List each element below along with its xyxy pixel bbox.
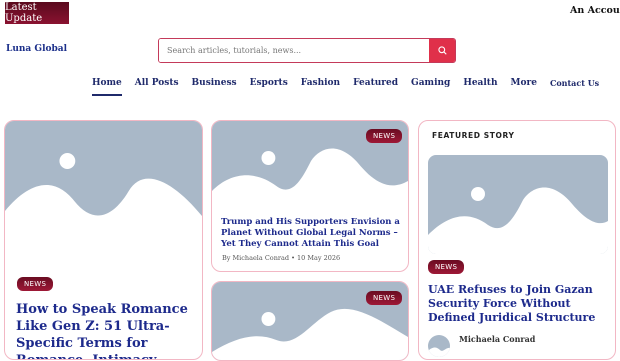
- featured-story-panel: FEATURED STORY NEWS UAE Refuses to Join …: [418, 120, 616, 360]
- article-card-middle-top[interactable]: NEWS Trump and His Supporters Envision a…: [211, 120, 409, 272]
- article-author[interactable]: By Michaela Conrad: [222, 254, 289, 262]
- news-badge[interactable]: NEWS: [428, 260, 465, 274]
- article-image-placeholder: [5, 121, 202, 269]
- article-title[interactable]: Trump and His Supporters Envision a Plan…: [221, 217, 406, 250]
- article-title[interactable]: How to Speak Romance Like Gen Z: 51 Ultr…: [16, 301, 201, 359]
- avatar-placeholder-icon: [428, 347, 450, 357]
- article-card-left[interactable]: NEWS How to Speak Romance Like Gen Z: 51…: [4, 120, 203, 360]
- nav-gaming[interactable]: Gaming: [411, 78, 450, 96]
- article-meta: By Michaela Conrad • 10 May 2026: [222, 254, 340, 262]
- featured-article-title[interactable]: UAE Refuses to Join Gazan Security Force…: [428, 283, 613, 325]
- nav-contact-us[interactable]: Contact Us: [550, 78, 599, 96]
- nav-esports[interactable]: Esports: [250, 78, 288, 96]
- nav-featured[interactable]: Featured: [353, 78, 398, 96]
- nav-all-posts[interactable]: All Posts: [135, 78, 179, 96]
- nav-fashion[interactable]: Fashion: [301, 78, 340, 96]
- ticker-headline[interactable]: An Account: [570, 5, 620, 16]
- image-placeholder-icon: [5, 153, 202, 269]
- search-bar: [158, 38, 456, 63]
- featured-image-placeholder[interactable]: [428, 155, 608, 254]
- author-avatar: [428, 335, 450, 357]
- site-logo[interactable]: Luna Global: [6, 44, 67, 54]
- nav-business[interactable]: Business: [192, 78, 237, 96]
- news-badge[interactable]: NEWS: [17, 277, 54, 291]
- image-placeholder-icon: [428, 187, 608, 254]
- search-input[interactable]: [159, 39, 429, 62]
- search-button[interactable]: [429, 39, 455, 62]
- news-badge[interactable]: NEWS: [366, 291, 403, 305]
- search-icon: [437, 46, 447, 55]
- news-badge[interactable]: NEWS: [366, 129, 403, 143]
- nav-health[interactable]: Health: [463, 78, 497, 96]
- main-nav: Home All Posts Business Esports Fashion …: [92, 78, 612, 96]
- featured-story-heading: FEATURED STORY: [432, 131, 515, 140]
- article-card-middle-bottom[interactable]: NEWS: [211, 281, 409, 361]
- latest-update-button[interactable]: Latest Update: [5, 2, 69, 24]
- article-date: • 10 May 2026: [291, 254, 341, 262]
- nav-more[interactable]: More: [511, 78, 537, 96]
- nav-home[interactable]: Home: [92, 78, 122, 96]
